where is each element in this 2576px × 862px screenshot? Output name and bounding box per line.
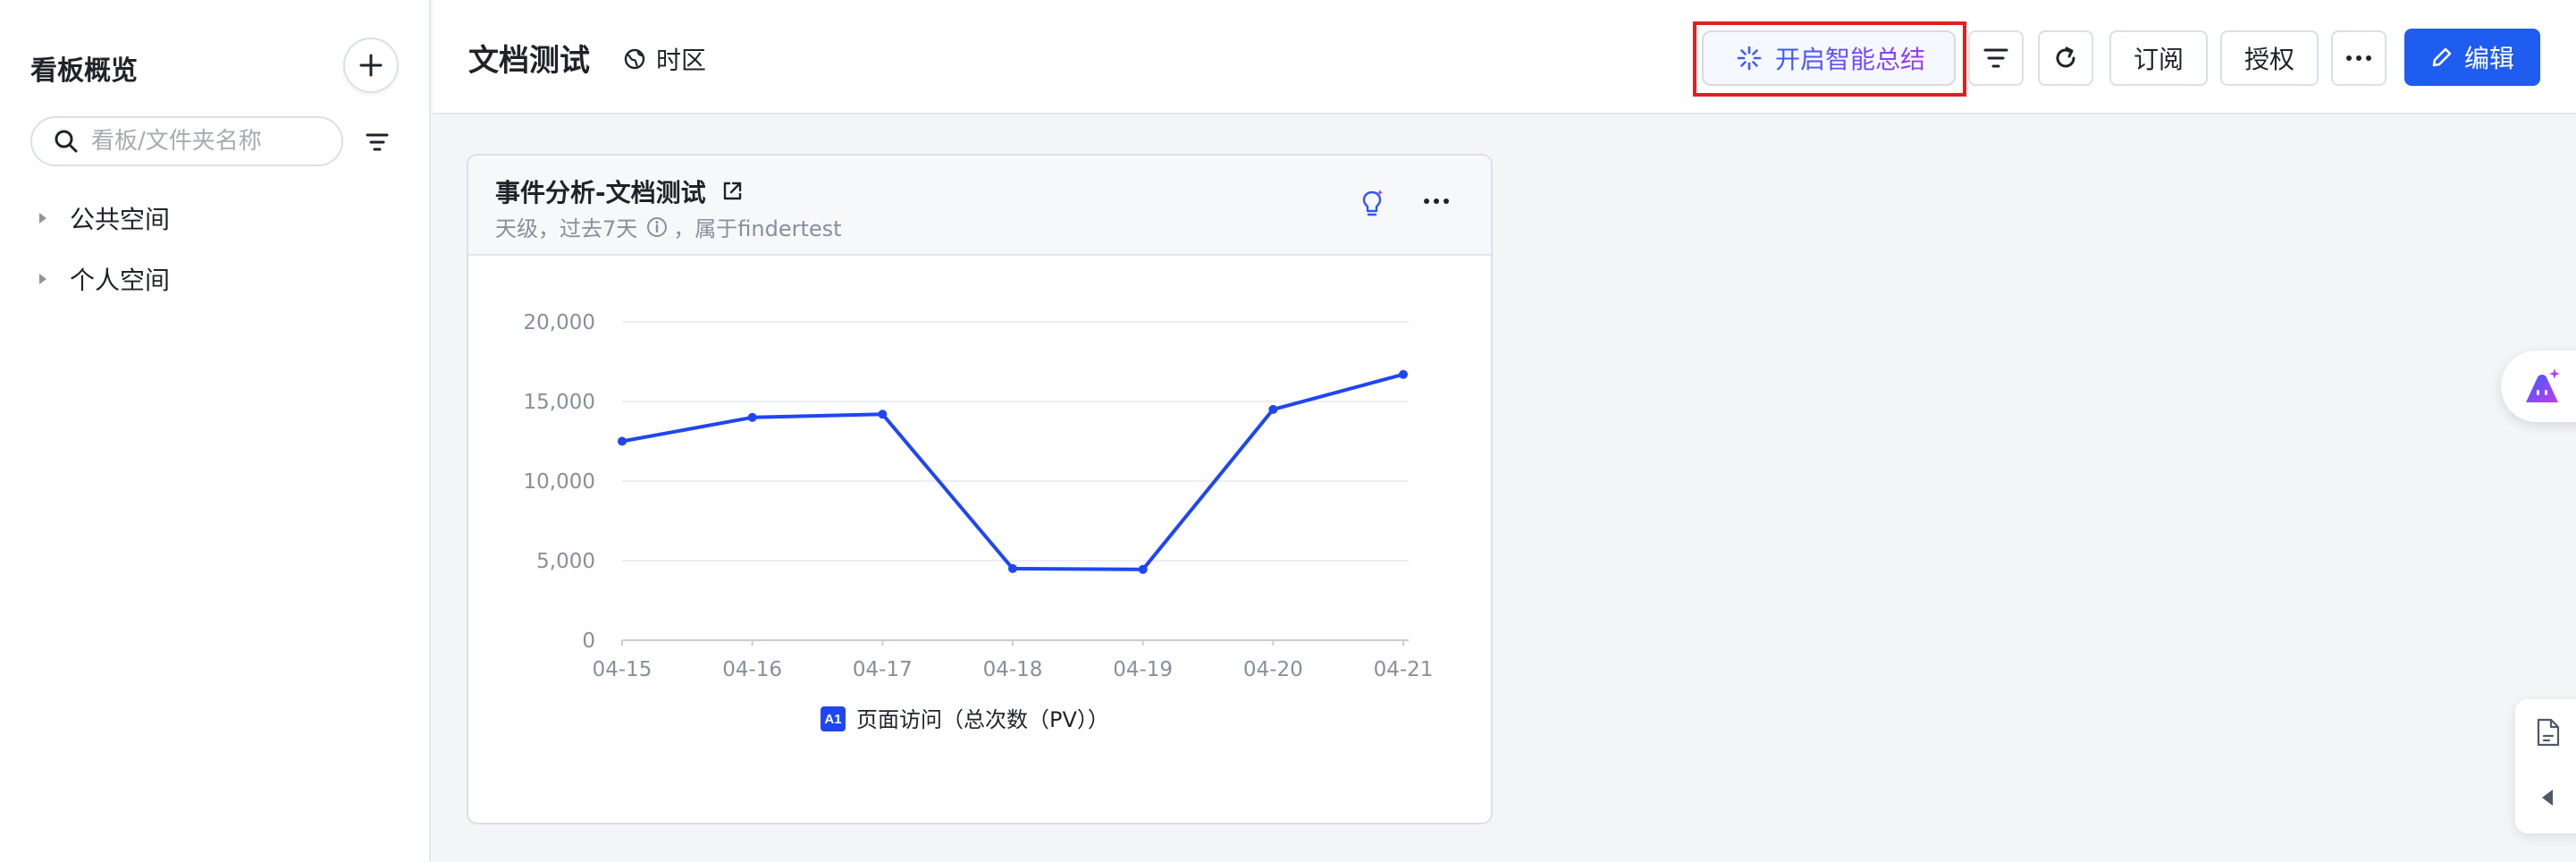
series-line — [621, 372, 1404, 571]
data-point[interactable] — [618, 436, 627, 446]
data-point[interactable] — [1138, 564, 1148, 574]
card-subtitle-range: 天级，过去7天 — [495, 216, 638, 241]
app-root: 看板概览 公共空间 个人 — [0, 0, 2576, 862]
filter-icon — [1983, 48, 2008, 68]
y-tick-label: 10,000 — [524, 470, 595, 494]
sidebar: 看板概览 公共空间 个人 — [0, 0, 431, 862]
card-title-row: 事件分析-文档测试 — [495, 173, 744, 209]
refresh-button[interactable] — [2038, 30, 2093, 86]
subscribe-label: 订阅 — [2133, 45, 2184, 74]
dashboard-header: 文档测试 时区 开启智能总结 订阅 授权 编辑 — [433, 0, 2576, 114]
x-tick-label: 04-15 — [593, 658, 652, 681]
pencil-icon — [2432, 47, 2452, 67]
card-subtitle-owner: ，属于findertest — [673, 216, 842, 241]
card-header: 事件分析-文档测试 天级，过去7天 ，属于findertest — [468, 156, 1491, 256]
filter-icon — [366, 133, 389, 151]
legend-badge-text: A1 — [824, 712, 841, 727]
caret-right-icon[interactable] — [30, 266, 55, 292]
tree-item-public[interactable]: 公共空间 — [30, 197, 170, 240]
floating-toolbar — [2515, 699, 2576, 833]
card-title[interactable]: 事件分析-文档测试 — [495, 173, 706, 209]
ai-summary-button[interactable]: 开启智能总结 — [1702, 30, 1956, 86]
x-tick-label: 04-21 — [1374, 658, 1434, 681]
authorize-button[interactable]: 授权 — [2220, 30, 2319, 86]
line-chart: 20,000 15,000 10,000 5,000 0 04-15 04-16 04-17… — [524, 311, 1434, 732]
sidebar-search — [30, 116, 343, 166]
refresh-icon — [2056, 46, 2075, 68]
sidebar-title: 看板概览 — [30, 55, 138, 87]
more-icon — [2346, 55, 2371, 61]
search-icon — [55, 130, 78, 153]
sparkle-icon — [1737, 46, 1762, 71]
data-point[interactable] — [1399, 369, 1408, 379]
x-tick-label: 04-18 — [983, 658, 1043, 681]
x-tick-label: 04-16 — [722, 658, 782, 681]
add-dashboard-button[interactable] — [343, 38, 399, 93]
ai-assistant-icon — [2526, 368, 2560, 402]
ai-summary-label: 开启智能总结 — [1775, 40, 1925, 76]
more-icon — [1424, 199, 1449, 204]
plus-icon — [359, 54, 383, 77]
chart-legend[interactable]: A1 页面访问（总次数（PV）） — [821, 706, 1109, 732]
filter-button[interactable] — [1968, 30, 2024, 86]
info-icon[interactable] — [646, 216, 668, 238]
y-tick-label: 20,000 — [524, 311, 595, 334]
y-tick-label: 5,000 — [536, 550, 595, 573]
data-point[interactable] — [747, 412, 757, 422]
subscribe-button[interactable]: 订阅 — [2109, 30, 2208, 86]
card-subtitle: 天级，过去7天 ，属于findertest — [495, 211, 842, 242]
globe-icon — [624, 48, 645, 70]
data-point[interactable] — [878, 410, 888, 419]
ai-assistant-button[interactable] — [2501, 351, 2576, 422]
search-input[interactable] — [91, 128, 333, 155]
chart-card: 事件分析-文档测试 天级，过去7天 ，属于findertest 20,000 1… — [467, 154, 1493, 824]
tree-item-label: 个人空间 — [70, 266, 171, 295]
x-tick-label: 04-17 — [853, 658, 913, 681]
y-tick-label: 0 — [582, 630, 595, 653]
data-point[interactable] — [1268, 404, 1278, 414]
more-button[interactable] — [2331, 30, 2387, 86]
lightbulb-icon[interactable] — [1360, 188, 1384, 222]
x-tick-label: 04-20 — [1243, 658, 1303, 681]
caret-right-icon[interactable] — [30, 206, 55, 231]
external-link-icon[interactable] — [720, 180, 744, 203]
timezone-button[interactable]: 时区 — [622, 41, 706, 77]
page-title: 文档测试 — [468, 43, 590, 79]
card-more-button[interactable] — [1423, 191, 1450, 208]
document-icon[interactable] — [2535, 717, 2562, 751]
tree-item-label: 公共空间 — [70, 205, 171, 234]
authorize-label: 授权 — [2243, 45, 2294, 74]
data-point[interactable] — [1008, 563, 1017, 573]
sidebar-filter-button[interactable] — [361, 127, 393, 157]
edit-button[interactable]: 编辑 — [2404, 29, 2540, 86]
x-tick-label: 04-19 — [1113, 658, 1173, 681]
y-tick-label: 15,000 — [524, 391, 595, 414]
edit-label: 编辑 — [2463, 44, 2514, 73]
tree-item-personal[interactable]: 个人空间 — [30, 258, 170, 300]
legend-label: 页面访问（总次数（PV）） — [856, 707, 1109, 732]
collapse-left-icon[interactable] — [2538, 787, 2556, 812]
timezone-label: 时区 — [656, 46, 707, 75]
